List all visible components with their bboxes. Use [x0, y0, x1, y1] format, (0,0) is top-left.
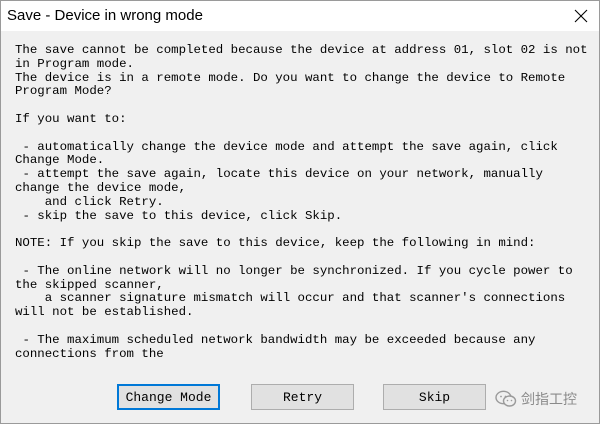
- close-icon: [574, 9, 588, 23]
- title-bar: Save - Device in wrong mode: [1, 1, 599, 31]
- message-paragraph: - The maximum scheduled network bandwidt…: [15, 332, 543, 361]
- watermark: 剑指工控: [495, 389, 577, 409]
- message-paragraph: The save cannot be completed because the…: [15, 44, 588, 99]
- skip-button[interactable]: Skip: [383, 384, 486, 410]
- message-paragraph: - The online network will no longer be s…: [15, 263, 573, 320]
- close-button[interactable]: [569, 4, 593, 28]
- watermark-text: 剑指工控: [521, 392, 577, 408]
- message-paragraph: If you want to:: [15, 111, 127, 126]
- save-dialog: Save - Device in wrong mode The save can…: [0, 0, 600, 424]
- wechat-icon: [495, 390, 517, 407]
- message-text: The save cannot be completed because the…: [15, 44, 591, 362]
- message-paragraph: - automatically change the device mode a…: [15, 139, 558, 223]
- message-paragraph: NOTE: If you skip the save to this devic…: [15, 236, 536, 251]
- window-title: Save - Device in wrong mode: [7, 7, 203, 24]
- retry-button[interactable]: Retry: [251, 384, 354, 410]
- change-mode-button[interactable]: Change Mode: [117, 384, 220, 410]
